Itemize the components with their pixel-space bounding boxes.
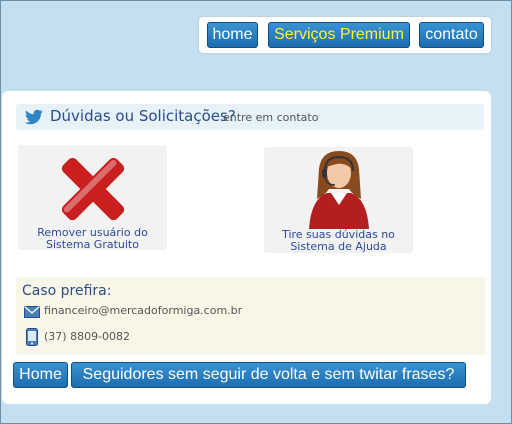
contact-phone: (37) 8809-0082 xyxy=(44,330,131,343)
contact-box: Caso prefira: financeiro@mercadoformiga.… xyxy=(16,277,485,355)
help-card[interactable]: Tire suas dúvidas no Sistema de Ajuda xyxy=(264,147,413,253)
header-subtitle: entre em contato xyxy=(223,111,319,124)
contact-title: Caso prefira: xyxy=(22,283,112,299)
email-icon xyxy=(24,306,40,318)
support-agent-icon xyxy=(309,151,369,229)
nav-contact-button[interactable]: contato xyxy=(419,22,484,48)
main-panel: Dúvidas ou Solicitações? entre em contat… xyxy=(2,91,491,404)
remove-user-card[interactable]: Remover usuário do Sistema Gratuito xyxy=(18,145,167,251)
twitter-bird-icon xyxy=(24,109,43,125)
top-nav: home Serviços Premium contato xyxy=(199,17,491,53)
red-x-icon xyxy=(61,157,125,221)
help-label: Tire suas dúvidas no Sistema de Ajuda xyxy=(282,228,395,253)
nav-premium-button[interactable]: Serviços Premium xyxy=(268,22,410,48)
contact-email[interactable]: financeiro@mercadoformiga.com.br xyxy=(44,304,242,317)
remove-user-label: Remover usuário do Sistema Gratuito xyxy=(37,226,148,251)
nav-home-button[interactable]: home xyxy=(207,22,258,48)
contact-header: Dúvidas ou Solicitações? entre em contat… xyxy=(16,104,484,130)
bottom-home-button[interactable]: Home xyxy=(13,362,68,388)
phone-icon xyxy=(26,328,38,346)
followers-button[interactable]: Seguidores sem seguir de volta e sem twi… xyxy=(71,362,466,388)
header-title: Dúvidas ou Solicitações? xyxy=(50,107,236,125)
